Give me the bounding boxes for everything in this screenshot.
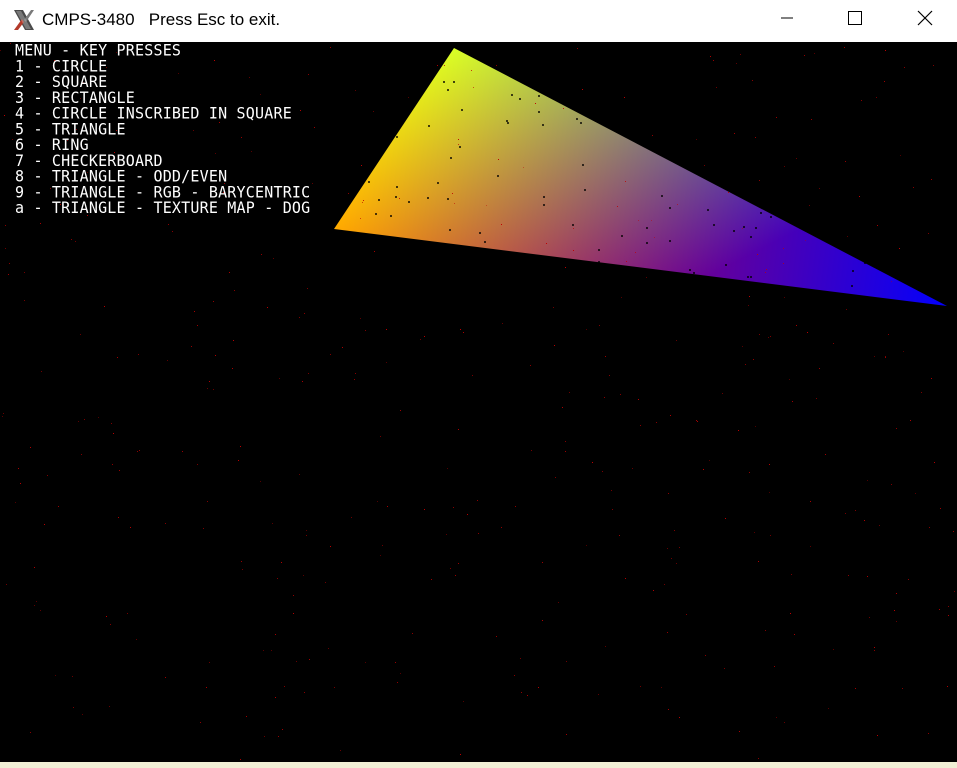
close-button[interactable] xyxy=(890,0,957,40)
menu-item: a - TRIANGLE - TEXTURE MAP - DOG xyxy=(15,198,311,218)
maximize-icon xyxy=(847,10,863,31)
taskbar-edge xyxy=(0,762,957,768)
minimize-button[interactable] xyxy=(752,0,822,40)
maximize-button[interactable] xyxy=(820,0,890,40)
rgb-triangle xyxy=(334,48,947,306)
title-bar[interactable]: CMPS-3480 Press Esc to exit. xyxy=(0,0,957,42)
app-window: CMPS-3480 Press Esc to exit. MENU - KEY … xyxy=(0,0,957,768)
window-title: CMPS-3480 Press Esc to exit. xyxy=(42,10,281,29)
x-logo-icon xyxy=(11,7,37,33)
key-menu: MENU - KEY PRESSES 1 - CIRCLE 2 - SQUARE… xyxy=(15,42,311,218)
close-icon xyxy=(917,10,933,31)
minimize-icon xyxy=(780,11,794,30)
